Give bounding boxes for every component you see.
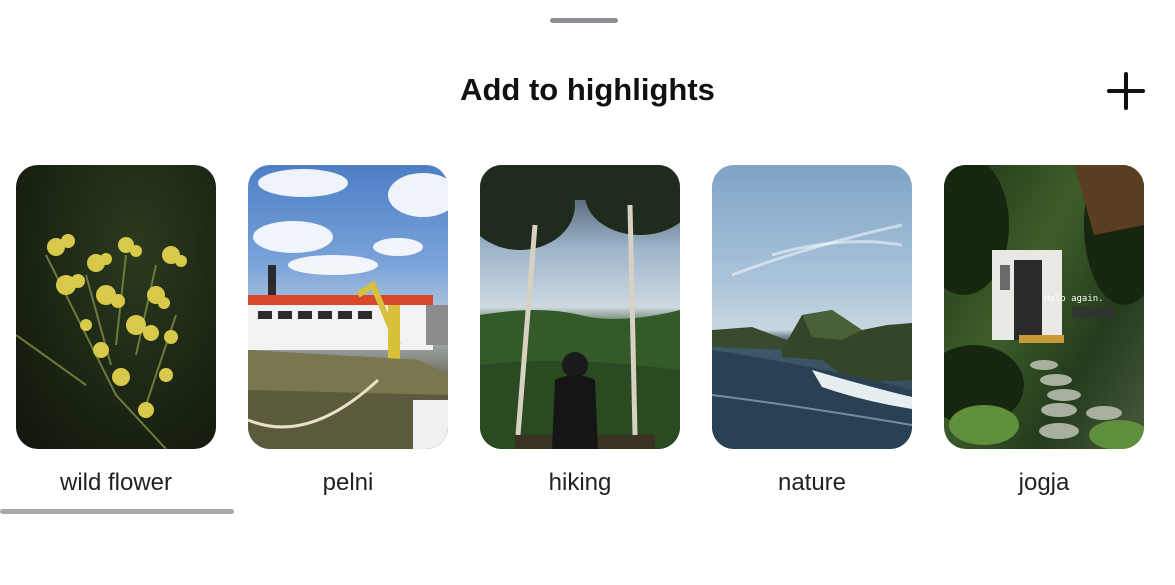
highlight-thumbnail-nature	[712, 165, 912, 449]
yellow-flowers-image	[16, 234, 187, 449]
highlight-label: jogja	[1018, 469, 1070, 496]
highlight-card-wild-flower[interactable]: wild flower	[16, 165, 216, 497]
sea-cliffs-image	[712, 223, 912, 449]
highlight-thumbnail-wild-flower	[16, 165, 216, 449]
photo-caption-text: Halo again.	[1044, 294, 1104, 304]
highlight-label: hiking	[548, 469, 612, 496]
sheet-grabber-handle[interactable]	[550, 18, 618, 23]
ship-image	[248, 169, 448, 449]
highlight-thumbnail-jogja: Halo again.	[944, 165, 1144, 449]
highlight-card-pelni[interactable]: pelni	[248, 165, 448, 497]
highlight-label: pelni	[322, 469, 374, 496]
highlight-thumbnail-pelni	[248, 165, 448, 449]
garden-house-image: Halo again.	[944, 165, 1144, 449]
highlight-card-nature[interactable]: nature	[712, 165, 912, 497]
highlight-card-hiking[interactable]: hiking	[480, 165, 680, 497]
highlight-card-jogja[interactable]: Halo again. jogja	[944, 165, 1144, 497]
highlight-label: nature	[777, 469, 847, 496]
new-highlight-plus-icon[interactable]	[1102, 68, 1150, 116]
hiker-trees-image	[480, 165, 680, 449]
highlight-thumbnail-hiking	[480, 165, 680, 449]
sheet-title: Add to highlights	[460, 72, 715, 107]
horizontal-scroll-indicator[interactable]	[0, 509, 234, 514]
highlight-label: wild flower	[59, 469, 173, 496]
